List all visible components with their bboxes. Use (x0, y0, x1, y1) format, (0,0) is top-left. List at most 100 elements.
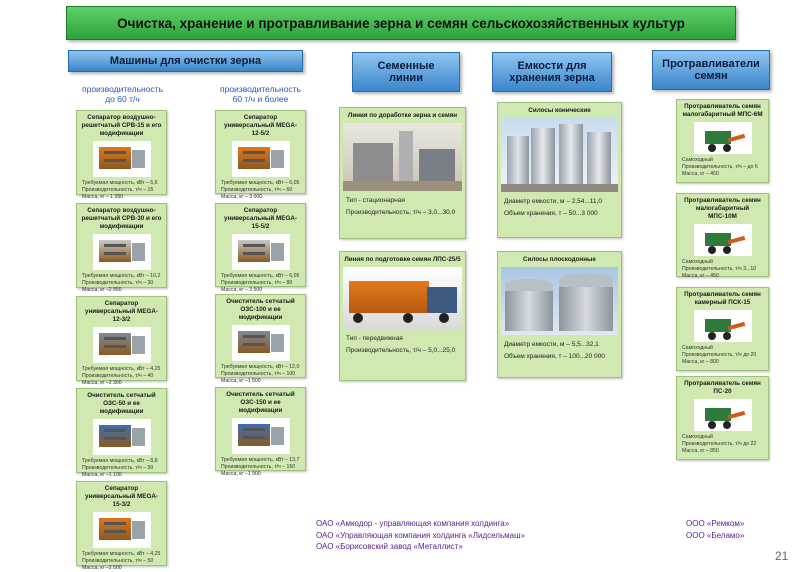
machine-photo (92, 140, 151, 177)
seed-line-spec-2: Производительность, т/ч – 3,0...30,0 (346, 209, 456, 217)
machine-photo (231, 140, 290, 177)
machine-photo (693, 223, 752, 256)
machine-spec: Производительность, т/ч до 22 (682, 440, 757, 447)
header-seed-lines: Семенные линии (352, 52, 460, 92)
header-cleaning: Машины для очистки зерна (68, 50, 303, 72)
machine-spec: Производительность, т/ч – 15 (82, 186, 154, 193)
machine-spec: Масса, кг – 3 000 (221, 193, 263, 200)
machine-photo (92, 233, 151, 270)
machine-spec: Масса, кг – 1 350 (82, 193, 124, 200)
machine-card: Очиститель сетчатый ОЗС-100 и ее модифик… (215, 294, 306, 384)
storage-card-title: Силосы плоскодонные (523, 256, 596, 263)
company-item: ООО «Ремком» (686, 519, 745, 528)
seed-line-photo (343, 122, 462, 191)
machine-spec: Масса, кг –2 850 (82, 286, 122, 293)
storage-spec-2: Объем хранения, т – 100...20 000 (504, 353, 605, 361)
machine-card: Сепаратор универсальный MEGA-15-3/2 Треб… (76, 481, 167, 571)
machine-spec: Масса, кг –1 100 (82, 471, 122, 478)
machine-card-title: Сепаратор универсальный MEGA-12-3/2 (84, 300, 159, 323)
seed-line-spec-2: Производительность, т/ч – 5,0...25,0 (346, 347, 456, 355)
machine-spec: Масса, кг – 3 500 (221, 286, 263, 293)
machine-spec: Производительность, т/ч – 50 (82, 557, 154, 564)
machine-photo (231, 233, 290, 270)
seed-line-photo (343, 266, 462, 329)
company-item: ОАО «Амкодор - управляющая компания холд… (316, 519, 510, 528)
machine-spec: Производительность, т/ч – 150 (221, 463, 296, 470)
machine-spec: Самоходный (682, 433, 713, 440)
machine-spec: Требуемая мощность, кВт – 8,8 (82, 457, 158, 464)
machine-card: Сепаратор воздушно-решетчатый СРВ-30 и е… (76, 203, 167, 293)
machine-spec: Масса, кг –2 300 (82, 379, 122, 386)
seed-line-spec-1: Тип - передвижная (346, 334, 403, 342)
machine-photo (693, 309, 752, 342)
machine-spec: Масса, кг – 850 (682, 447, 719, 454)
storage-card-1: Силосы конические Диаметр емкости, м – 2… (497, 102, 622, 238)
machine-spec: Производительность, т/ч до 20 (682, 351, 757, 358)
machine-card: Сепаратор универсальный MEGA-12-5/2 Треб… (215, 110, 306, 200)
header-cleaning-label: Машины для очистки зерна (109, 54, 262, 67)
machine-photo (92, 418, 151, 455)
machine-photo (92, 511, 151, 548)
machine-spec: Требуемая мощность, кВт – 4,25 (82, 365, 161, 372)
machine-spec: Производительность, т/ч – 100 (221, 370, 296, 377)
companies-right: ООО «Ремком» ООО «Беламо» (686, 518, 776, 541)
storage-spec-1: Диаметр емкости, м – 2,54...11,0 (504, 197, 602, 205)
machine-card: Сепаратор воздушно-решетчатый СРВ-15 и е… (76, 110, 167, 200)
machine-spec: Производительность, т/ч – 50 (82, 464, 154, 471)
machine-card: Очиститель сетчатый ОЗС-150 и ее модифик… (215, 387, 306, 477)
company-item: ООО «Беламо» (686, 530, 745, 540)
seed-line-card-title: Линия по доработке зерна и семян (347, 112, 458, 119)
machine-spec: Масса, кг –1 500 (221, 377, 261, 384)
seed-line-card-2: Линия по подготовке семян ЛПС-25/5 Тип -… (339, 251, 466, 381)
silo-photo (501, 266, 618, 335)
machine-spec: Производительность, т/ч – 80 (221, 279, 293, 286)
machine-photo (693, 121, 752, 154)
storage-card-2: Силосы плоскодонные Диаметр емкости, м –… (497, 251, 622, 378)
machine-spec: Самоходный (682, 258, 713, 265)
subhead-col1: производительность до 60 т/ч (82, 84, 163, 105)
machine-spec: Масса, кг – 800 (682, 358, 719, 365)
machine-spec: Требуемая мощность, кВт – 6,05 (221, 179, 300, 186)
machine-card-title: Сепаратор воздушно-решетчатый СРВ-30 и е… (81, 207, 162, 230)
machine-photo (231, 324, 290, 361)
machine-spec: Требуемая мощность, кВт – 13,7 (221, 456, 300, 463)
seed-line-spec-1: Тип - стационарная (346, 196, 405, 204)
header-treaters: Протравливатели семян (652, 50, 770, 90)
machine-spec: Требуемая мощность, кВт – 12,0 (221, 363, 300, 370)
machine-spec: Самоходный (682, 344, 713, 351)
machine-photo (92, 326, 151, 363)
machine-card: Протравливатель семян камерный ПСК-15 Са… (676, 287, 769, 371)
machine-card: Очиститель сетчатый ОЗС-50 и ее модифика… (76, 388, 167, 478)
seed-line-card-title: Линия по подготовке семян ЛПС-25/5 (344, 256, 461, 263)
machine-card: Сепаратор универсальный MEGA-15-5/2 Треб… (215, 203, 306, 293)
page-title: Очистка, хранение и протравливание зерна… (66, 6, 736, 40)
machine-spec: Производительность, т/ч – 60 (221, 186, 293, 193)
companies-left: ОАО «Амкодор - управляющая компания холд… (316, 518, 576, 553)
page-number: 21 (775, 549, 789, 563)
machine-spec: Масса, кг – 450 (682, 170, 719, 177)
machine-spec: Требуемая мощность, кВт – 6,6 (82, 179, 158, 186)
machine-spec: Производительность, т/ч 3...10 (682, 265, 757, 272)
machine-spec: Масса, кг –1 900 (221, 470, 261, 477)
machine-card: Протравливатель семян ПС-20 Самоходный Пр… (676, 376, 769, 460)
header-seed-lines-label: Семенные линии (377, 59, 435, 84)
storage-spec-1: Диаметр емкости, м – 5,5...32,1 (504, 340, 599, 348)
machine-spec: Самоходный (682, 156, 713, 163)
machine-card-title: Сепаратор универсальный MEGA-15-3/2 (84, 485, 159, 508)
machine-card-title: Очиститель сетчатый ОЗС-50 и ее модифика… (87, 392, 156, 415)
company-item: ОАО «Управляющая компания холдинга «Лидс… (316, 530, 525, 540)
machine-card-title: Сепаратор универсальный MEGA-12-5/2 (223, 114, 298, 137)
storage-spec-2: Объем хранения, т – 50...3 000 (504, 210, 598, 218)
machine-spec: Производительность, т/ч – 40 (82, 372, 154, 379)
machine-spec: Масса, кг – 450 (682, 272, 719, 279)
machine-card: Протравливатель семян малогабаритный МПС… (676, 193, 769, 279)
seed-line-card-1: Линия по доработке зерна и семян Тип - с… (339, 107, 466, 239)
machine-card-title: Протравливатель семян ПС-20 (684, 380, 761, 395)
machine-card: Сепаратор универсальный MEGA-12-3/2 Треб… (76, 296, 167, 386)
machine-card-title: Сепаратор универсальный MEGA-15-5/2 (223, 207, 298, 230)
machine-spec: Требуемая мощность, кВт – 4,25 (82, 550, 161, 557)
machine-spec: Требуемая мощность, кВт – 10,2 (82, 272, 161, 279)
machine-spec: Производительность, т/ч – 30 (82, 279, 154, 286)
machine-spec: Требуемая мощность, кВт – 6,05 (221, 272, 300, 279)
machine-card-title: Протравливатель семян малогабаритный МПС… (684, 197, 761, 220)
